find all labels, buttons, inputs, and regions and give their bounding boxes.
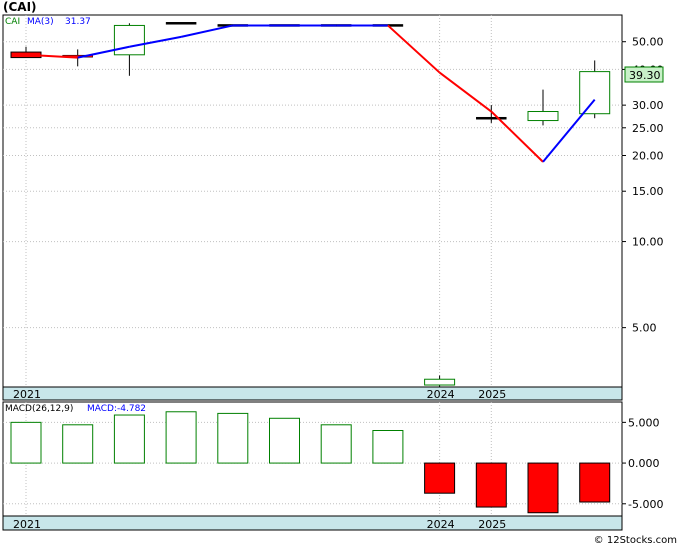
price-tick-label: 25.00 — [632, 122, 664, 135]
macd-bar — [217, 412, 249, 464]
candle-body — [165, 22, 197, 25]
ma-segment — [438, 71, 492, 113]
chart-canvas: 50.0040.0030.0025.0020.0015.0010.005.005… — [2, 14, 664, 531]
macd-bar — [579, 462, 611, 503]
grid-lines — [3, 15, 626, 516]
candle-body — [527, 111, 559, 122]
macd-bar — [10, 421, 42, 464]
ma-segment — [180, 24, 234, 38]
legend-symbol: CAI — [5, 17, 20, 27]
date-label: 2024 — [427, 518, 455, 531]
candle-body — [424, 378, 456, 386]
macd-date-band — [2, 515, 623, 531]
macd-marks — [10, 411, 611, 514]
price-panel-frame — [2, 14, 623, 388]
price-tick-label: 30.00 — [632, 99, 664, 112]
macd-legend-label: MACD(26,12,9) — [5, 404, 73, 414]
candle-body — [579, 71, 611, 115]
candle-body — [476, 116, 507, 120]
macd-tick-label: -5.000 — [628, 498, 663, 511]
macd-bar — [372, 430, 404, 464]
macd-bar — [165, 411, 197, 464]
footer-credit: © 12Stocks.com — [593, 535, 677, 546]
date-label: 2025 — [478, 388, 506, 401]
price-tick-label: 20.00 — [632, 149, 664, 162]
date-label: 2025 — [478, 518, 506, 531]
price-tick-label: 50.00 — [632, 36, 664, 49]
price-tick-label: 15.00 — [632, 185, 664, 198]
legend-ma-label: MA(3) — [27, 17, 54, 27]
last-price-label: 39.30 — [629, 69, 661, 82]
macd-tick-label: 5.000 — [628, 416, 660, 429]
date-label: 2021 — [13, 388, 41, 401]
price-tick-label: 5.00 — [632, 322, 657, 335]
macd-tick-label: 0.000 — [628, 457, 660, 470]
macd-bar — [424, 462, 456, 494]
date-label: 2024 — [427, 388, 455, 401]
ma-segment — [542, 98, 596, 163]
macd-bar — [475, 462, 507, 508]
ma-line — [25, 24, 596, 163]
price-tick-label: 10.00 — [632, 236, 664, 249]
legend-ma-value: 31.37 — [65, 17, 91, 27]
macd-bar — [269, 417, 300, 464]
macd-bar — [113, 414, 145, 464]
price-marks — [10, 22, 611, 387]
macd-bar — [527, 462, 559, 514]
price-date-band — [2, 386, 623, 401]
candle-body — [113, 24, 145, 56]
macd-legend-value: MACD:-4.782 — [87, 404, 146, 414]
ma-segment — [387, 24, 441, 74]
chart-frames — [2, 14, 623, 531]
date-label: 2021 — [13, 518, 41, 531]
macd-bar — [320, 424, 352, 464]
macd-bar — [62, 424, 94, 464]
